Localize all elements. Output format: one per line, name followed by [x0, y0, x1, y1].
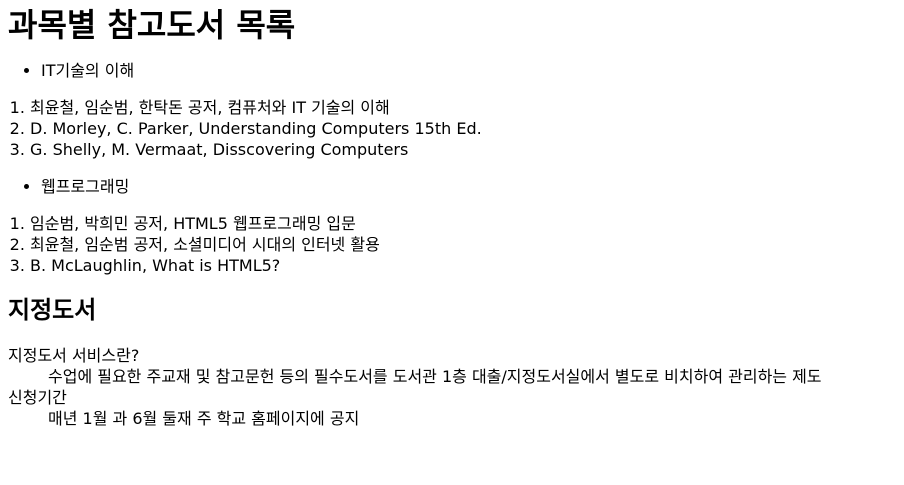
definition-term: 지정도서 서비스란?: [8, 346, 140, 365]
designated-definition-list: 지정도서 서비스란? 수업에 필요한 주교재 및 참고문헌 등의 필수도서를 도…: [8, 345, 896, 429]
book-item: 최윤철, 임순범, 한탁돈 공저, 컴퓨처와 IT 기술의 이해: [30, 97, 896, 118]
page-title: 과목별 참고도서 목록: [8, 6, 296, 44]
subject-list-1: IT기술의 이해: [8, 60, 896, 81]
subject-list-2: 웹프로그래밍: [8, 176, 896, 197]
designated-books-heading: 지정도서: [8, 296, 97, 324]
definition-description: 수업에 필요한 주교재 및 참고문헌 등의 필수도서를 도서관 1층 대출/지정…: [48, 367, 822, 386]
definition-description: 매년 1월 과 6월 둘재 주 학교 홈페이지에 공지: [48, 409, 360, 428]
book-item: D. Morley, C. Parker, Understanding Comp…: [30, 118, 896, 139]
page-content: 과목별 참고도서 목록 IT기술의 이해 최윤철, 임순범, 한탁돈 공저, 컴…: [0, 6, 904, 429]
book-item: 최윤철, 임순범 공저, 소셜미디어 시대의 인터넷 활용: [30, 234, 896, 255]
definition-term: 신청기간: [8, 388, 67, 407]
book-item: B. McLaughlin, What is HTML5?: [30, 255, 896, 276]
book-list-1: 최윤철, 임순범, 한탁돈 공저, 컴퓨처와 IT 기술의 이해 D. Morl…: [8, 97, 896, 160]
subject-item: 웹프로그래밍: [41, 176, 889, 197]
book-item: 임순범, 박희민 공저, HTML5 웹프로그래밍 입문: [30, 213, 896, 234]
book-item: G. Shelly, M. Vermaat, Disscovering Comp…: [30, 139, 896, 160]
subject-item: IT기술의 이해: [41, 60, 889, 81]
book-list-2: 임순범, 박희민 공저, HTML5 웹프로그래밍 입문 최윤철, 임순범 공저…: [8, 213, 896, 276]
